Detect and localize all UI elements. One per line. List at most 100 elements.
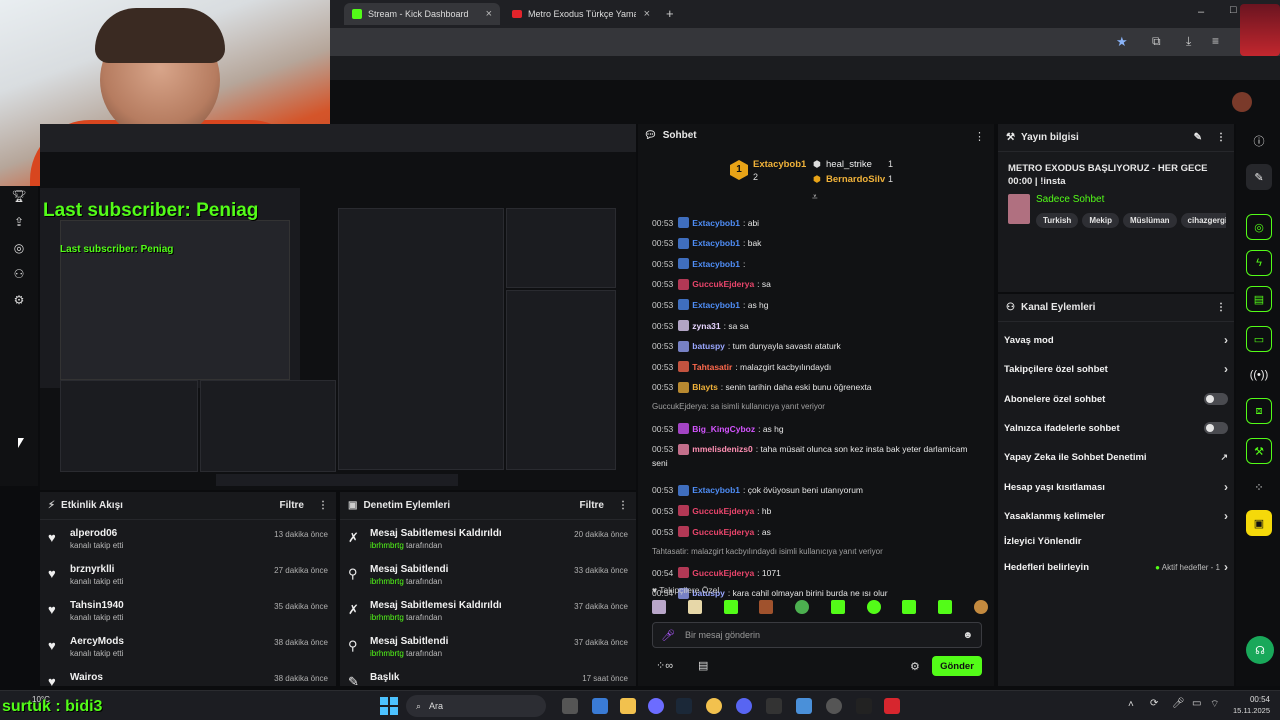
chevron-up-icon[interactable]: ˄	[1128, 699, 1134, 710]
gear-icon[interactable]: ⚙	[910, 660, 920, 673]
app-icon[interactable]	[856, 698, 872, 714]
obs-icon[interactable]	[826, 698, 842, 714]
subscribers-only-row[interactable]: Abonelere özel sohbet	[1004, 390, 1228, 408]
app-icon[interactable]	[648, 698, 664, 714]
emote-icon[interactable]	[652, 600, 666, 614]
list-item[interactable]: ✗ Mesaj Sabitlemesi Kaldırıldı ibrhmbrtg t…	[340, 594, 636, 629]
clock-time[interactable]: 00:54	[1230, 695, 1270, 704]
clipboard-icon[interactable]: ▤	[1246, 286, 1272, 312]
mic-icon[interactable]: 🎤︎	[661, 629, 675, 642]
chat-message[interactable]: 00:53 zyna31: sa sa	[652, 320, 749, 331]
epic-icon[interactable]	[766, 698, 782, 714]
steam-icon[interactable]	[676, 698, 692, 714]
chat-username[interactable]: Big_KingCyboz	[692, 424, 755, 434]
sync-icon[interactable]: ⟳	[1150, 698, 1158, 709]
account-age-row[interactable]: Hesap yaşı kısıtlaması ›	[1004, 478, 1228, 496]
list-item[interactable]: ♥ alperod06 kanalı takip etti 13 dakika önc…	[40, 522, 336, 557]
taskbar-search[interactable]: ⌕ Ara	[406, 695, 546, 717]
chat-username[interactable]: GuccukEjderya	[692, 527, 754, 537]
moderation-filter-button[interactable]: Filtre	[580, 500, 604, 511]
banned-words-row[interactable]: Yasaklanmış kelimeler ›	[1004, 507, 1228, 525]
gift-icon[interactable]: ▣	[1246, 510, 1272, 536]
list-item[interactable]: ⚲ Mesaj Sabitlendi ibrhmbrtg tarafından 37 …	[340, 630, 636, 665]
chat-username[interactable]: Extacybob1	[692, 218, 740, 228]
subscribers-only-toggle[interactable]	[1204, 393, 1228, 405]
emote-icon[interactable]	[723, 600, 738, 614]
activity-filter-button[interactable]: Filtre	[280, 500, 304, 511]
chrome-icon[interactable]	[706, 698, 722, 714]
raid-row[interactable]: İzleyici Yönlendir	[1004, 532, 1228, 550]
emote-icon[interactable]	[795, 600, 810, 614]
chat-message[interactable]: 00:53 Extacybob1: as hg	[652, 299, 769, 311]
chat-username[interactable]: Extacybob1	[692, 238, 740, 248]
chat-username[interactable]: batuspy	[692, 341, 725, 351]
camera-icon[interactable]: ◎	[11, 240, 27, 256]
tag[interactable]: cihazgergin	[1180, 213, 1226, 228]
chat-message[interactable]: 00:53 mmelisdenizs0: taha müsait olunca s…	[652, 443, 967, 455]
reply-context[interactable]: Tahtasatir: malazgirt kacbyılındaydı isi…	[652, 547, 883, 556]
network-icon[interactable]: ⌔	[1210, 698, 1219, 711]
chevron-down-icon[interactable]: ⩡	[812, 192, 818, 203]
chat-username[interactable]: mmelisdenizs0	[692, 444, 752, 454]
more-icon[interactable]: ⋮	[618, 500, 628, 511]
users-icon[interactable]: ⚇	[11, 266, 27, 282]
tool-icon[interactable]: ⚒︎	[1246, 438, 1272, 464]
emote-icon[interactable]	[687, 600, 702, 614]
broadcast-icon[interactable]: ((•))	[1246, 362, 1272, 388]
layout-icon[interactable]: ⧈	[1246, 398, 1272, 424]
dots-icon[interactable]: ⁘	[1246, 474, 1272, 500]
emotes-only-row[interactable]: Yalnızca ifadelerle sohbet	[1004, 419, 1228, 437]
more-icon[interactable]: ⋮	[974, 130, 985, 143]
tag[interactable]: Müslüman	[1122, 213, 1177, 228]
chat-username[interactable]: GuccukEjderya	[692, 279, 754, 289]
chat-message[interactable]: 00:53 Tahtasatir: malazgirt kacbyılındayd…	[652, 361, 831, 373]
close-icon[interactable]: ×	[486, 8, 492, 20]
chat-message[interactable]: 00:53 Blayts: senin tarihin daha eski bun…	[652, 381, 872, 393]
ai-moderation-row[interactable]: Yapay Zeka ile Sohbet Denetimi ↗	[1004, 448, 1228, 466]
folder-icon[interactable]	[620, 698, 636, 714]
chat-username[interactable]: GuccukEjderya	[692, 568, 754, 578]
tag[interactable]: Mekip	[1082, 213, 1119, 228]
chat-message[interactable]: 00:53 Extacybob1: abi	[652, 217, 759, 228]
top-gifter-name[interactable]: Extacybob1	[753, 159, 806, 170]
monitor-icon[interactable]: ▭	[1192, 698, 1201, 709]
gifter-name[interactable]: BernardoSilv	[826, 174, 885, 185]
more-icon[interactable]: ⋮	[318, 500, 328, 511]
emote-icon[interactable]	[902, 600, 917, 614]
list-item[interactable]: ♥ brznyrklli kanalı takip etti 27 dakika ön…	[40, 558, 336, 593]
tab-metro-exodus[interactable]: Metro Exodus Türkçe Yama - Yo ×	[504, 3, 658, 25]
list-item[interactable]: ♥ AercyMods kanalı takip etti 38 dakika önc…	[40, 630, 336, 665]
goals-row[interactable]: Hedefleri belirleyin ● Aktif hedefler - 1…	[1004, 558, 1228, 576]
maximize-icon[interactable]: □	[1230, 4, 1237, 16]
close-icon[interactable]: ×	[644, 8, 650, 20]
emote-icon[interactable]	[973, 600, 988, 614]
chat-message[interactable]: 00:53 GuccukEjderya: sa	[652, 278, 771, 290]
tag[interactable]: Turkish	[1036, 213, 1079, 228]
chat-message[interactable]: 00:53 GuccukEjderya: as	[652, 526, 771, 537]
trophy-icon[interactable]: 🏆︎	[11, 188, 27, 204]
store-icon[interactable]: ▤	[698, 659, 708, 672]
gifter-name[interactable]: heal_strike	[826, 159, 872, 170]
chat-message[interactable]: 00:53 Extacybob1:	[652, 258, 745, 270]
discord-icon[interactable]	[736, 698, 752, 714]
mic-icon[interactable]: 🎤︎	[1172, 698, 1185, 709]
emote-icon[interactable]	[759, 600, 774, 614]
emoji-icon[interactable]: ☻	[962, 630, 973, 641]
chat-username[interactable]: Extacybob1	[692, 485, 740, 495]
start-button[interactable]	[380, 697, 398, 715]
chat-message[interactable]: seni	[652, 458, 668, 468]
infinity-icon[interactable]: ⁘∞	[656, 659, 673, 672]
chat-message[interactable]: 00:53 Extacybob1: çok övüyosun beni utanı…	[652, 484, 863, 496]
download-icon[interactable]: ⤓	[1186, 34, 1191, 49]
chat-username[interactable]: zyna31	[692, 321, 720, 331]
emote-icon[interactable]	[830, 600, 845, 614]
task-view-icon[interactable]	[562, 698, 578, 714]
list-item[interactable]: ⚲ Mesaj Sabitlendi ibrhmbrtg tarafından 33 …	[340, 558, 636, 593]
list-item[interactable]: ♥ Tahsin1940 kanalı takip etti 35 dakika ön…	[40, 594, 336, 629]
clock-date[interactable]: 15.11.2025	[1224, 706, 1270, 715]
emote-icon[interactable]	[938, 600, 953, 614]
chat-message[interactable]: 00:53 GuccukEjderya: hb	[652, 505, 771, 517]
edit-icon[interactable]: ✎	[1194, 132, 1202, 143]
emote-icon[interactable]	[866, 600, 881, 614]
chat-username[interactable]: Blayts	[692, 382, 718, 392]
